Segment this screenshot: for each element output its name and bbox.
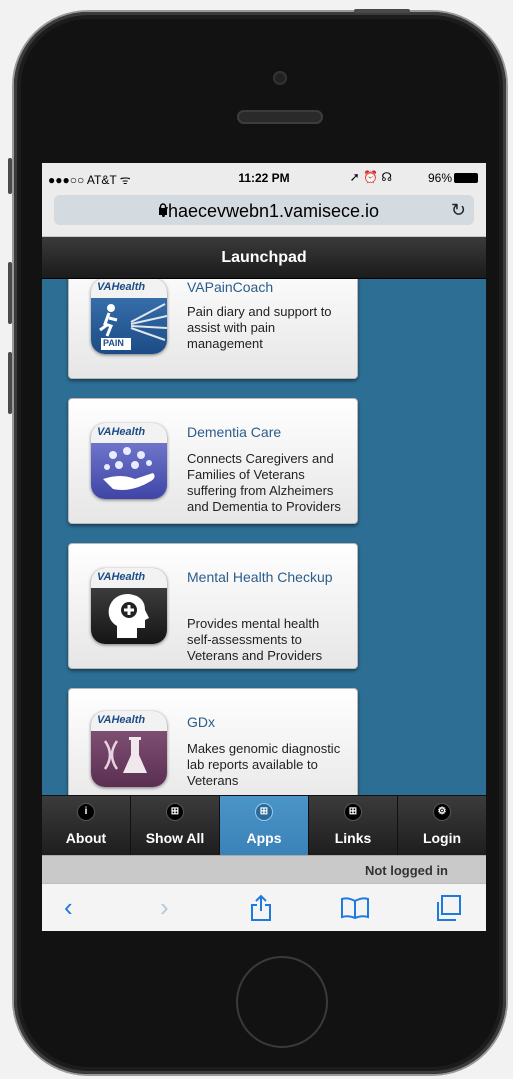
tab-label: Show All [145, 830, 205, 846]
page-title: Launchpad [42, 237, 486, 279]
ios-status-bar: ●●●○○ AT&T ᯤ 11:22 PM ➚ ⏰ ☊ 96% [42, 163, 486, 193]
info-icon: i [78, 804, 94, 820]
address-bar-area: vhaecevwebn1.vamisece.io ↻ [42, 193, 486, 237]
phone-screen: ●●●○○ AT&T ᯤ 11:22 PM ➚ ⏰ ☊ 96% vhaecevw… [42, 163, 486, 931]
front-camera [273, 71, 287, 85]
power-button [354, 9, 410, 13]
pain-badge: PAIN [103, 338, 124, 348]
status-indicators-icon: ➚ ⏰ ☊ [349, 170, 392, 184]
app-card-gdx[interactable]: VAHealth GDx Makes genomic diagnostic la… [68, 688, 358, 795]
va-health-logo: VAHealth [97, 281, 146, 293]
app-description: Provides mental health self-assessments … [187, 616, 323, 663]
home-button[interactable] [236, 956, 328, 1048]
tab-label: Apps [246, 830, 282, 846]
forward-icon[interactable]: › [160, 892, 169, 922]
va-health-logo: VAHealth [97, 571, 146, 583]
tab-bar: i About ⊞ Show All ⊞ Apps ⊞ Links ⚙ Logi… [42, 795, 486, 855]
va-health-logo: VAHealth [97, 426, 146, 438]
tab-label: Links [334, 830, 372, 846]
tab-label: Login [422, 830, 462, 846]
earpiece-speaker [237, 110, 323, 124]
dementia-care-icon: VAHealth [91, 423, 167, 499]
battery-icon [454, 173, 478, 183]
app-description: Makes genomic diagnostic lab reports ava… [187, 741, 341, 788]
share-icon[interactable] [250, 894, 272, 922]
battery-percent: 96% [427, 171, 452, 185]
browser-toolbar: ‹ › [42, 883, 486, 931]
tab-show-all[interactable]: ⊞ Show All [131, 796, 220, 855]
pain-coach-icon: VAHealth PAIN [91, 279, 167, 354]
app-title[interactable]: Dementia Care [187, 423, 347, 441]
gdx-icon: VAHealth [91, 711, 167, 787]
reload-icon[interactable]: ↻ [451, 200, 466, 221]
mental-health-icon: VAHealth [91, 568, 167, 644]
app-description: Pain diary and support to assist with pa… [187, 304, 332, 351]
tab-about[interactable]: i About [42, 796, 131, 855]
tab-apps[interactable]: ⊞ Apps [220, 796, 309, 855]
va-health-logo: VAHealth [97, 714, 146, 726]
app-title[interactable]: GDx [187, 713, 347, 731]
address-bar[interactable]: vhaecevwebn1.vamisece.io ↻ [54, 195, 474, 225]
clock: 11:22 PM [238, 171, 290, 185]
grid-icon: ⊞ [345, 804, 361, 820]
app-title[interactable]: Mental Health Checkup [187, 568, 347, 586]
grid-icon: ⊞ [256, 804, 272, 820]
tab-login[interactable]: ⚙ Login [398, 796, 486, 855]
volume-up-button [8, 262, 12, 324]
app-card-vapaincoach[interactable]: VAHealth PAIN VAPainCoach Pain diary and… [68, 279, 358, 379]
app-card-mental-health-checkup[interactable]: VAHealth Mental Health Checkup Provides … [68, 543, 358, 669]
app-description: Connects Caregivers and Families of Vete… [187, 451, 341, 514]
grid-icon: ⊞ [167, 804, 183, 820]
login-status-bar: Not logged in [42, 855, 486, 883]
back-icon[interactable]: ‹ [64, 892, 73, 922]
bookmarks-icon[interactable] [340, 897, 370, 919]
app-title[interactable]: VAPainCoach [187, 279, 347, 296]
app-card-dementia-care[interactable]: VAHealth Dementia Care Connects Caregive… [68, 398, 358, 524]
tab-label: About [65, 830, 107, 846]
gear-icon: ⚙ [434, 804, 450, 820]
url-text: vhaecevwebn1.vamisece.io [158, 201, 380, 221]
mute-switch [8, 158, 12, 194]
tabs-icon[interactable] [434, 894, 464, 922]
tab-links[interactable]: ⊞ Links [309, 796, 398, 855]
app-list: VAHealth PAIN VAPainCoach Pain diary and… [42, 279, 486, 795]
login-status-text: Not logged in [364, 863, 448, 878]
volume-down-button [8, 352, 12, 414]
